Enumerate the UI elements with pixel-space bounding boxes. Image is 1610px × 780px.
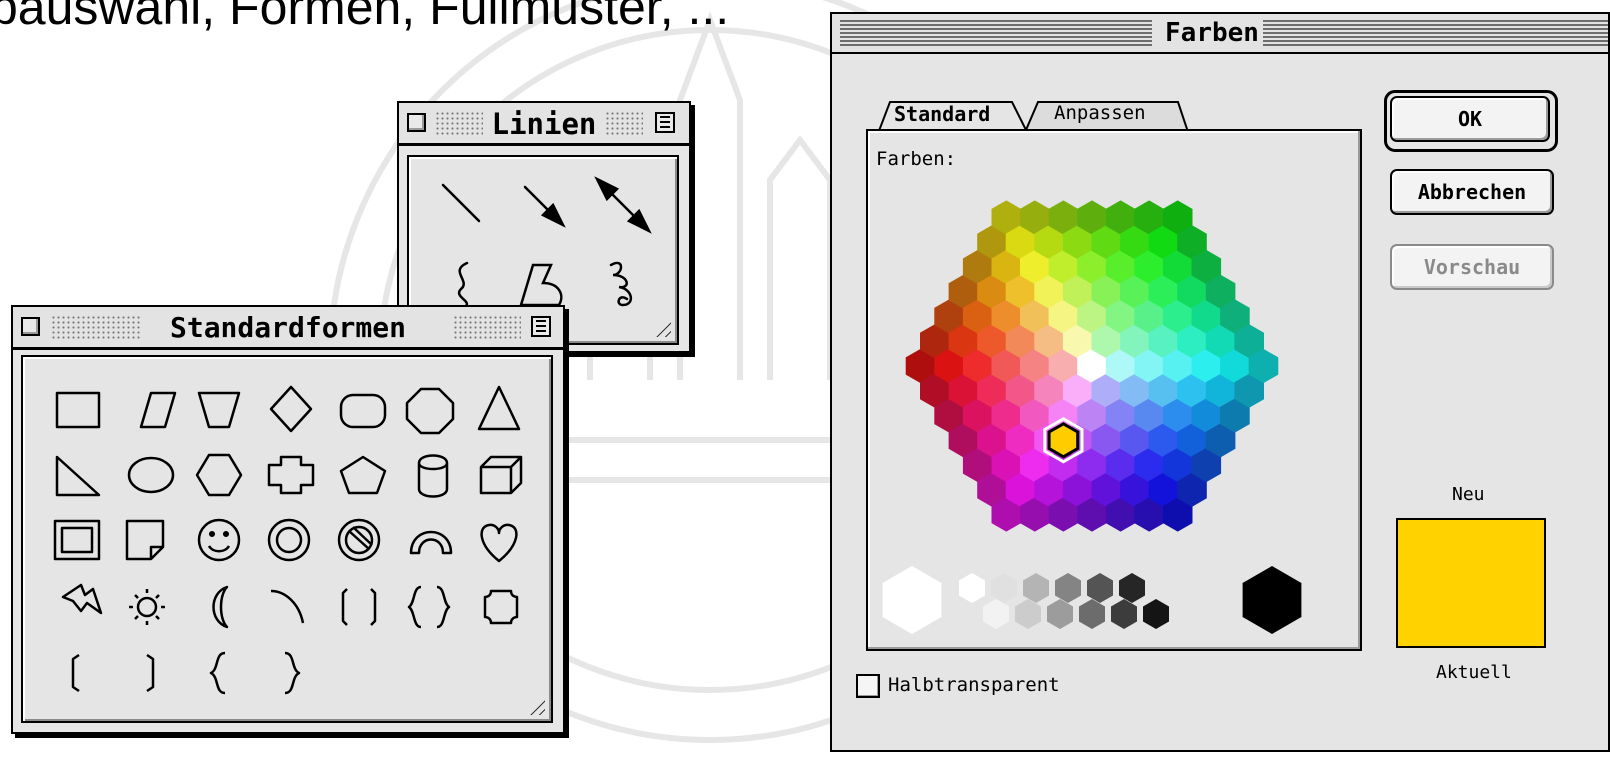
ellipse-shape-icon[interactable] bbox=[127, 456, 175, 494]
right-triangle-shape-icon[interactable] bbox=[55, 455, 101, 497]
farben-titlebar[interactable]: Farben bbox=[832, 14, 1608, 54]
no-symbol-shape-icon[interactable] bbox=[337, 518, 381, 562]
plaque-shape-icon[interactable] bbox=[483, 589, 519, 625]
ok-button-label: OK bbox=[1457, 107, 1483, 131]
gray-color-cell[interactable] bbox=[991, 573, 1017, 603]
hexagon-shape-icon[interactable] bbox=[195, 453, 243, 497]
preview-button-label: Vorschau bbox=[1423, 255, 1521, 279]
gray-color-cell[interactable] bbox=[1119, 573, 1145, 603]
gray-color-cell[interactable] bbox=[1111, 599, 1137, 629]
halbtransparent-label[interactable]: Halbtransparent bbox=[888, 674, 1060, 696]
gray-color-cell[interactable] bbox=[959, 573, 985, 603]
gray-color-cell[interactable] bbox=[1023, 573, 1049, 603]
double-brace-shape-icon[interactable] bbox=[407, 585, 451, 629]
right-bracket-shape-icon[interactable] bbox=[146, 653, 155, 693]
folded-corner-shape-icon[interactable] bbox=[125, 519, 165, 561]
lightning-bolt-shape-icon[interactable] bbox=[61, 583, 103, 615]
diamond-shape-icon[interactable] bbox=[269, 385, 313, 433]
parallelogram-shape-icon[interactable] bbox=[139, 391, 177, 429]
colors-label: Farben: bbox=[876, 148, 957, 170]
cancel-button-label: Abbrechen bbox=[1417, 180, 1527, 204]
preview-button[interactable]: Vorschau bbox=[1390, 244, 1554, 290]
right-brace-shape-icon[interactable] bbox=[284, 651, 301, 695]
ok-button[interactable]: OK bbox=[1390, 96, 1550, 142]
gray-color-cell[interactable] bbox=[1087, 573, 1113, 603]
heart-shape-icon[interactable] bbox=[480, 523, 518, 563]
farben-title: Farben bbox=[1161, 18, 1263, 48]
cancel-button[interactable]: Abbrechen bbox=[1390, 169, 1554, 215]
cylinder-shape-icon[interactable] bbox=[417, 454, 449, 498]
black-color-cell[interactable] bbox=[1242, 566, 1302, 634]
arc-line-shape-icon[interactable] bbox=[270, 589, 305, 624]
standardformen-window: Standardformen bbox=[11, 305, 565, 734]
rounded-rectangle-shape-icon[interactable] bbox=[339, 393, 387, 429]
gray-color-cell[interactable] bbox=[983, 599, 1009, 629]
window-menu-icon[interactable] bbox=[531, 316, 551, 337]
line-tool-icon[interactable] bbox=[441, 183, 481, 223]
tab-anpassen-label: Anpassen bbox=[1054, 102, 1146, 124]
white-color-cell[interactable] bbox=[882, 566, 942, 634]
rectangle-shape-icon[interactable] bbox=[55, 391, 101, 429]
new-color-label: Neu bbox=[1452, 484, 1485, 505]
gray-color-cell[interactable] bbox=[1015, 599, 1041, 629]
color-swatch bbox=[1396, 518, 1546, 648]
page-heading: bauswahl, Formen, Füllmuster, ... bbox=[0, 0, 730, 35]
triangle-shape-icon[interactable] bbox=[477, 385, 521, 431]
current-color-label: Aktuell bbox=[1436, 662, 1512, 683]
tab-standard[interactable]: Standard bbox=[894, 102, 990, 126]
farben-dialog: Farben Standard Anpassen Farben: OK Abbr… bbox=[830, 12, 1610, 752]
left-brace-shape-icon[interactable] bbox=[209, 651, 226, 695]
arrow-tool-icon[interactable] bbox=[523, 185, 566, 228]
left-bracket-shape-icon[interactable] bbox=[71, 653, 80, 693]
window-menu-icon[interactable] bbox=[655, 112, 675, 133]
cube-shape-icon[interactable] bbox=[479, 455, 523, 495]
standardformen-titlebar[interactable]: Standardformen bbox=[13, 307, 563, 350]
tab-anpassen[interactable]: Anpassen bbox=[1054, 102, 1146, 124]
shape-grid bbox=[53, 385, 523, 695]
gray-color-cell[interactable] bbox=[1047, 599, 1073, 629]
freehand-tool-icon[interactable] bbox=[609, 261, 632, 307]
trapezoid-shape-icon[interactable] bbox=[197, 391, 241, 429]
linien-titlebar[interactable]: Linien bbox=[399, 103, 689, 146]
pentagon-shape-icon[interactable] bbox=[339, 455, 387, 495]
sun-shape-icon[interactable] bbox=[129, 589, 165, 625]
linien-title: Linien bbox=[485, 107, 603, 141]
gray-color-cell[interactable] bbox=[1143, 599, 1169, 629]
double-bracket-shape-icon[interactable] bbox=[341, 588, 377, 626]
halbtransparent-checkbox[interactable] bbox=[856, 674, 880, 698]
smiley-shape-icon[interactable] bbox=[197, 518, 241, 562]
frame-shape-icon[interactable] bbox=[53, 519, 101, 561]
moon-shape-icon[interactable] bbox=[212, 585, 229, 629]
shape-grid-area bbox=[21, 355, 553, 723]
donut-shape-icon[interactable] bbox=[267, 518, 311, 562]
tab-standard-label: Standard bbox=[894, 102, 991, 126]
octagon-shape-icon[interactable] bbox=[405, 387, 455, 435]
selected-color-cell[interactable] bbox=[1047, 422, 1080, 459]
color-hexagon-picker[interactable] bbox=[872, 174, 1312, 634]
double-arrow-tool-icon[interactable] bbox=[594, 176, 652, 234]
polygon-tool-icon[interactable] bbox=[519, 263, 563, 307]
curve-tool-icon[interactable] bbox=[457, 261, 469, 309]
cross-shape-icon[interactable] bbox=[267, 455, 315, 495]
gray-color-cell[interactable] bbox=[1055, 573, 1081, 603]
standardformen-title: Standardformen bbox=[163, 311, 412, 344]
arc-shape-icon[interactable] bbox=[409, 530, 453, 555]
gray-color-cell[interactable] bbox=[1079, 599, 1105, 629]
